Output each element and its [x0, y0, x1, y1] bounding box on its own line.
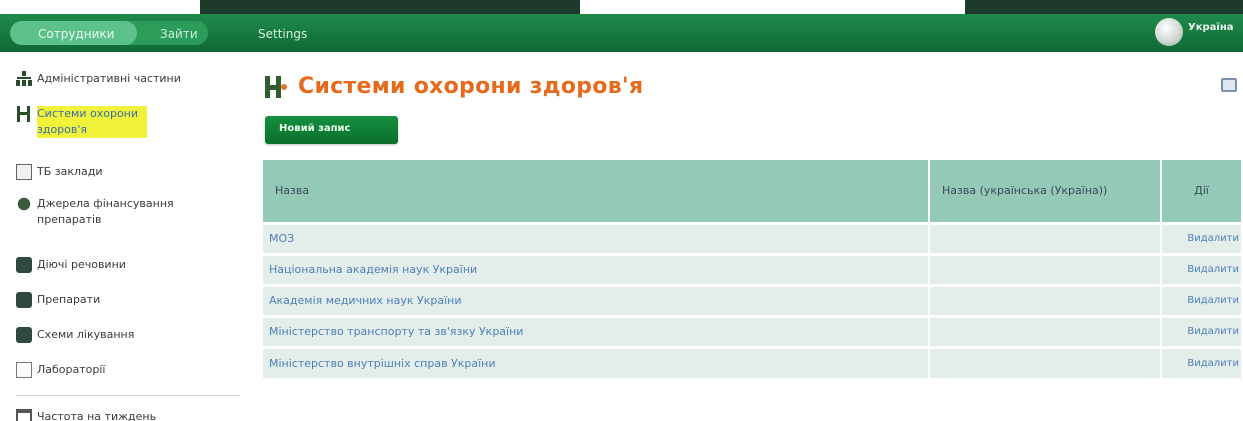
column-header-name[interactable]: Назва — [263, 160, 930, 223]
settings-link[interactable]: Settings — [258, 27, 307, 41]
row-name-link[interactable]: Академія медичних наук України — [263, 283, 930, 316]
row-name-ua — [929, 283, 1162, 316]
health-system-title-icon — [263, 76, 287, 98]
row-name-ua — [929, 345, 1162, 378]
sidebar-item-tb-facilities[interactable]: ТБ заклади — [16, 164, 103, 180]
sidebar: Адміністративні частини Системи охорони … — [0, 52, 248, 421]
sidebar-item-funding-sources[interactable]: Джерела фінансування препаратів — [16, 196, 236, 228]
document-icon — [16, 164, 32, 180]
sidebar-item-label: Джерела фінансування препаратів — [37, 197, 174, 226]
sidebar-item-regimens[interactable]: Схеми лікування — [16, 327, 134, 343]
table-row: МОЗ Видалити — [263, 221, 1241, 254]
print-icon[interactable] — [1221, 78, 1237, 92]
table-row: Міністерство транспорту та зв'язку Украї… — [263, 314, 1241, 347]
new-record-button[interactable]: Новий запис — [265, 116, 398, 144]
lab-icon — [16, 362, 32, 378]
delete-link[interactable]: Видалити — [1161, 252, 1241, 285]
table-row: Національна академія наук України Видали… — [263, 252, 1241, 285]
column-header-actions: Дії — [1161, 160, 1241, 223]
health-system-icon — [16, 106, 32, 122]
tab-active-label[interactable]: Сотрудники — [38, 27, 114, 41]
sidebar-item-label: Препарати — [37, 293, 101, 306]
table-row: Академія медичних наук України Видалити — [263, 283, 1241, 316]
org-chart-icon — [16, 71, 32, 87]
delete-link[interactable]: Видалити — [1161, 221, 1241, 254]
sidebar-item-label: Схеми лікування — [37, 328, 135, 341]
delete-link[interactable]: Видалити — [1161, 283, 1241, 316]
drug-icon — [16, 292, 32, 308]
sidebar-item-label: Системи охорони здоров'я — [37, 106, 147, 138]
calendar-icon — [16, 409, 32, 421]
row-name-link[interactable]: Національна академія наук України — [263, 252, 930, 285]
substance-icon — [16, 257, 32, 273]
top-nav-bar: Сотрудники Зайти Settings — [0, 14, 1243, 52]
sidebar-item-label: Лабораторії — [37, 363, 106, 376]
sidebar-item-admin-units[interactable]: Адміністративні частини — [16, 71, 181, 87]
sidebar-item-label: Діючі речовини — [37, 258, 126, 271]
language-selector[interactable]: Україна — [1188, 22, 1234, 33]
row-name-ua — [929, 314, 1162, 347]
delete-link[interactable]: Видалити — [1161, 345, 1241, 378]
column-header-name-ua[interactable]: Назва (українська (Україна)) — [929, 160, 1162, 223]
sidebar-item-health-systems[interactable]: Системи охорони здоров'я — [16, 106, 176, 138]
sidebar-item-active-substances[interactable]: Діючі речовини — [16, 257, 126, 273]
table-row: Міністерство внутрішніх справ України Ви… — [263, 345, 1241, 378]
regimen-icon — [16, 327, 32, 343]
row-name-link[interactable]: Міністерство транспорту та зв'язку Украї… — [263, 314, 930, 347]
top-strip — [0, 0, 1243, 14]
sidebar-divider — [16, 395, 240, 396]
row-name-ua — [929, 252, 1162, 285]
globe-icon[interactable] — [1155, 18, 1183, 46]
sidebar-item-label: ТБ заклади — [37, 165, 103, 178]
row-name-link[interactable]: МОЗ — [263, 221, 930, 254]
row-name-ua — [929, 221, 1162, 254]
sidebar-item-frequency[interactable]: Частота на тиждень — [16, 409, 156, 421]
sidebar-item-laboratories[interactable]: Лабораторії — [16, 362, 105, 378]
page-title: Системи охорони здоров'я — [298, 74, 644, 99]
records-table: Назва Назва (українська (Україна)) Дії М… — [263, 160, 1241, 378]
sidebar-item-label: Адміністративні частини — [37, 72, 181, 85]
row-name-link[interactable]: Міністерство внутрішніх справ України — [263, 345, 930, 378]
top-strip-segment — [200, 0, 580, 14]
table-header-row: Назва Назва (українська (Україна)) Дії — [263, 160, 1241, 223]
tab-login[interactable]: Зайти — [160, 27, 198, 41]
delete-link[interactable]: Видалити — [1161, 314, 1241, 347]
sidebar-item-label: Частота на тиждень — [37, 410, 157, 421]
funding-icon — [16, 196, 32, 212]
top-strip-segment — [965, 0, 1243, 14]
sidebar-item-drugs[interactable]: Препарати — [16, 292, 100, 308]
